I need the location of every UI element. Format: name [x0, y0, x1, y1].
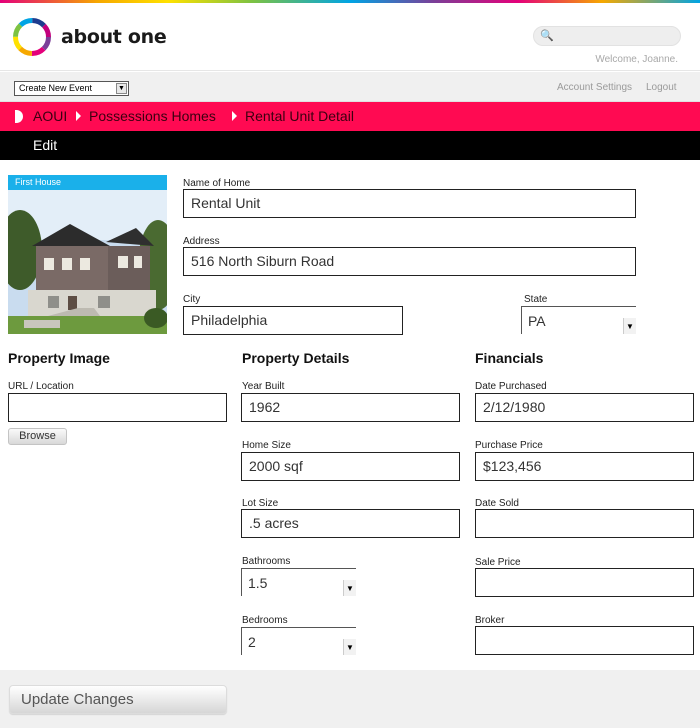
photo-label: First House — [8, 175, 167, 190]
breadcrumb: AOUI Possessions Homes Rental Unit Detai… — [0, 102, 700, 131]
date-sold-field[interactable] — [475, 509, 694, 538]
chevron-right-icon — [76, 111, 81, 121]
home-photo-card[interactable]: First House — [8, 175, 167, 334]
url-location-field[interactable] — [8, 393, 227, 422]
address-label: Address — [183, 236, 220, 247]
bathrooms-label: Bathrooms — [242, 556, 291, 567]
bathrooms-select[interactable]: 1.5 ▼ — [241, 568, 356, 596]
breadcrumb-item-possessions-homes[interactable]: Possessions Homes — [89, 108, 216, 124]
sale-price-label: Sale Price — [475, 557, 521, 568]
breadcrumb-item-rental-unit-detail[interactable]: Rental Unit Detail — [245, 108, 354, 124]
create-event-select[interactable]: Create New Event ▼ — [14, 81, 129, 96]
state-select[interactable]: PA ▼ — [521, 306, 636, 334]
home-icon — [15, 110, 23, 123]
welcome-text: Welcome, Joanne. — [595, 54, 678, 65]
bathrooms-select-value: 1.5 — [248, 575, 268, 591]
edit-title: Edit — [33, 137, 58, 153]
home-size-field[interactable]: 2000 sqf — [241, 452, 460, 481]
broker-label: Broker — [475, 615, 505, 626]
logo-text: about one — [61, 26, 167, 48]
logout-link[interactable]: Logout — [646, 82, 677, 93]
purchase-price-label: Purchase Price — [475, 440, 543, 451]
lot-size-label: Lot Size — [242, 498, 279, 509]
logo-ring-icon — [13, 18, 51, 56]
bedrooms-select-value: 2 — [248, 634, 256, 650]
home-size-label: Home Size — [242, 440, 291, 451]
house-photo — [8, 190, 167, 334]
search-input[interactable]: 🔍 — [533, 26, 681, 46]
chevron-down-icon: ▼ — [343, 639, 356, 655]
lot-size-field[interactable]: .5 acres — [241, 509, 460, 538]
financials-title: Financials — [475, 350, 544, 366]
date-purchased-label: Date Purchased — [475, 381, 547, 392]
utility-bar: Create New Event ▼ Account Settings Logo… — [0, 72, 700, 102]
chevron-down-icon: ▼ — [343, 580, 356, 596]
logo[interactable]: about one — [12, 17, 167, 57]
city-field[interactable]: Philadelphia — [183, 306, 403, 335]
purchase-price-field[interactable]: $123,456 — [475, 452, 694, 481]
chevron-right-icon — [232, 111, 237, 121]
chevron-down-icon: ▼ — [116, 83, 127, 94]
year-built-field[interactable]: 1962 — [241, 393, 460, 422]
bedrooms-select[interactable]: 2 ▼ — [241, 627, 356, 655]
footer-bar: Update Changes — [0, 670, 700, 728]
chevron-down-icon: ▼ — [623, 318, 636, 334]
browse-button[interactable]: Browse — [8, 428, 67, 445]
create-event-select-value: Create New Event — [19, 83, 93, 93]
property-image-title: Property Image — [8, 350, 110, 366]
header: about one 🔍 Welcome, Joanne. — [0, 3, 700, 71]
address-field[interactable]: 516 North Siburn Road — [183, 247, 636, 276]
url-location-label: URL / Location — [8, 381, 74, 392]
sale-price-field[interactable] — [475, 568, 694, 597]
bedrooms-label: Bedrooms — [242, 615, 288, 626]
name-of-home-field[interactable]: Rental Unit — [183, 189, 636, 218]
year-built-label: Year Built — [242, 381, 285, 392]
state-label: State — [524, 294, 548, 305]
date-sold-label: Date Sold — [475, 498, 519, 509]
edit-bar: Edit — [0, 131, 700, 160]
state-select-value: PA — [528, 313, 546, 329]
city-label: City — [183, 294, 201, 305]
update-changes-button[interactable]: Update Changes — [9, 685, 227, 714]
search-icon: 🔍 — [540, 30, 554, 42]
breadcrumb-item-aoui[interactable]: AOUI — [33, 108, 67, 124]
property-details-title: Property Details — [242, 350, 350, 366]
name-of-home-label: Name of Home — [183, 178, 251, 189]
broker-field[interactable] — [475, 626, 694, 655]
account-settings-link[interactable]: Account Settings — [557, 82, 632, 93]
date-purchased-field[interactable]: 2/12/1980 — [475, 393, 694, 422]
